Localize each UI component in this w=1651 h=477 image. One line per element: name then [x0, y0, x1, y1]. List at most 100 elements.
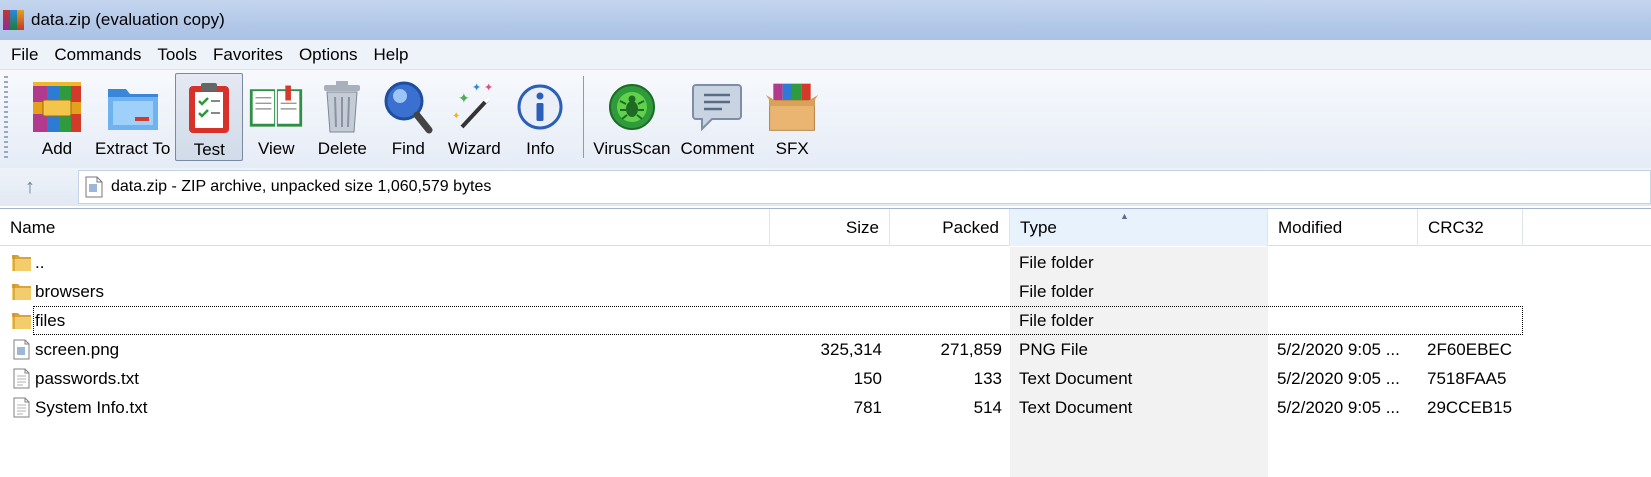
add-archive-icon [29, 77, 85, 137]
file-packed-size: 133 [973, 368, 1002, 388]
file-modified [1277, 306, 1417, 335]
extract-folder-icon [105, 77, 161, 137]
file-list[interactable]: Name Size Packed Type ▲ Modified CRC32 .… [0, 208, 1651, 477]
folder-icon [11, 252, 32, 273]
column-size[interactable]: Size [770, 209, 890, 246]
view-book-icon [248, 77, 304, 137]
menu-options[interactable]: Options [291, 45, 366, 65]
file-modified: 5/2/2020 9:05 ... [1277, 397, 1400, 417]
test-clipboard-icon [181, 78, 237, 138]
magnifier-icon [380, 77, 436, 137]
file-row[interactable]: files File folder [0, 306, 1651, 335]
sfx-label: SFX [775, 139, 809, 158]
file-row[interactable]: passwords.txt 150 133 Text Document 5/2/2020… [0, 364, 1651, 393]
file-packed-size: 271,859 [940, 339, 1002, 359]
file-size [770, 277, 882, 306]
column-modified-label: Modified [1278, 217, 1343, 237]
file-crc32 [1427, 277, 1522, 306]
column-packed[interactable]: Packed [890, 209, 1010, 246]
add-button[interactable]: Add [24, 73, 90, 161]
column-type[interactable]: Type ▲ [1010, 209, 1268, 246]
file-name: .. [35, 252, 45, 272]
file-crc32: 29CCEB15 [1427, 397, 1513, 417]
title-bar: data.zip (evaluation copy) [0, 0, 1651, 40]
file-modified: 5/2/2020 9:05 ... [1277, 368, 1400, 388]
archive-info-text: data.zip - ZIP archive, unpacked size 1,… [111, 178, 492, 195]
text-file-icon [11, 368, 32, 389]
file-row[interactable]: screen.png 325,314 271,859 PNG File 5/2/2020… [0, 335, 1651, 364]
extract-to-button[interactable]: Extract To [90, 73, 175, 161]
file-row[interactable]: browsers File folder [0, 277, 1651, 306]
toolbar-grip[interactable] [4, 76, 8, 160]
sfx-box-icon [764, 77, 820, 137]
file-size: 781 [853, 397, 882, 417]
file-name: passwords.txt [35, 368, 139, 388]
sfx-button[interactable]: SFX [759, 73, 825, 161]
file-modified: 5/2/2020 9:05 ... [1277, 339, 1400, 359]
winrar-app-icon[interactable] [3, 9, 25, 31]
virusscan-label: VirusScan [593, 139, 671, 158]
test-button[interactable]: Test [175, 73, 244, 161]
file-row[interactable]: .. File folder [0, 248, 1651, 277]
column-type-label: Type [1020, 217, 1057, 237]
file-row[interactable]: System Info.txt 781 514 Text Document 5/2/20… [0, 393, 1651, 422]
comment-button[interactable]: Comment [675, 73, 759, 161]
find-label: Find [391, 139, 425, 158]
file-packed-size: 514 [973, 397, 1002, 417]
file-crc32 [1427, 306, 1522, 335]
file-name: System Info.txt [35, 397, 148, 417]
column-modified[interactable]: Modified [1268, 209, 1418, 246]
file-type: File folder [1019, 252, 1094, 272]
add-label: Add [41, 139, 73, 158]
svg-text:✦: ✦ [452, 111, 460, 122]
address-field[interactable]: data.zip - ZIP archive, unpacked size 1,… [78, 170, 1651, 204]
file-crc32: 7518FAA5 [1427, 368, 1507, 388]
file-size: 325,314 [820, 339, 882, 359]
file-name: browsers [35, 281, 104, 301]
column-size-label: Size [845, 217, 879, 237]
file-crc32: 2F60EBEC [1427, 339, 1513, 359]
virus-scan-icon [604, 77, 660, 137]
archive-file-icon [85, 176, 103, 198]
file-type: PNG File [1019, 339, 1088, 359]
wizard-button[interactable]: ✦ ✦ ✦ ✦ Wizard [441, 73, 507, 161]
address-bar: ↑ data.zip - ZIP archive, unpacked size … [0, 168, 1651, 206]
comment-bubble-icon [689, 77, 745, 137]
info-button[interactable]: Info [507, 73, 573, 161]
menu-commands[interactable]: Commands [46, 45, 149, 65]
file-packed-size [890, 277, 1002, 306]
menu-tools[interactable]: Tools [149, 45, 205, 65]
menu-help[interactable]: Help [366, 45, 417, 65]
file-type: Text Document [1019, 368, 1133, 388]
view-label: View [258, 139, 295, 158]
toolbar-separator [583, 76, 585, 158]
find-button[interactable]: Find [375, 73, 441, 161]
column-packed-label: Packed [942, 217, 999, 237]
magic-wand-icon: ✦ ✦ ✦ ✦ [446, 77, 502, 137]
info-icon [512, 77, 568, 137]
file-modified [1277, 277, 1417, 306]
menu-file[interactable]: File [2, 45, 46, 65]
text-file-icon [11, 397, 32, 418]
comment-label: Comment [680, 139, 755, 158]
menu-favorites[interactable]: Favorites [205, 45, 291, 65]
column-name[interactable]: Name [0, 209, 770, 246]
view-button[interactable]: View [243, 73, 309, 161]
file-crc32 [1427, 248, 1522, 277]
delete-button[interactable]: Delete [309, 73, 375, 161]
menu-bar: File Commands Tools Favorites Options He… [0, 40, 1651, 70]
image-file-icon [11, 339, 32, 360]
svg-text:✦: ✦ [484, 81, 493, 94]
file-type: File folder [1019, 310, 1094, 330]
svg-text:✦: ✦ [472, 81, 481, 94]
info-label: Info [526, 139, 555, 158]
virusscan-button[interactable]: VirusScan [588, 73, 675, 161]
file-name: screen.png [35, 339, 120, 359]
svg-text:✦: ✦ [458, 91, 470, 107]
toolbar: Add Extract To Test View Delete Find ✦ ✦… [0, 70, 1651, 168]
file-packed-size [890, 306, 1002, 335]
folder-icon [11, 310, 32, 331]
up-arrow-icon[interactable]: ↑ [0, 169, 60, 205]
column-crc32[interactable]: CRC32 [1418, 209, 1523, 246]
sort-ascending-icon: ▲ [1120, 211, 1129, 221]
